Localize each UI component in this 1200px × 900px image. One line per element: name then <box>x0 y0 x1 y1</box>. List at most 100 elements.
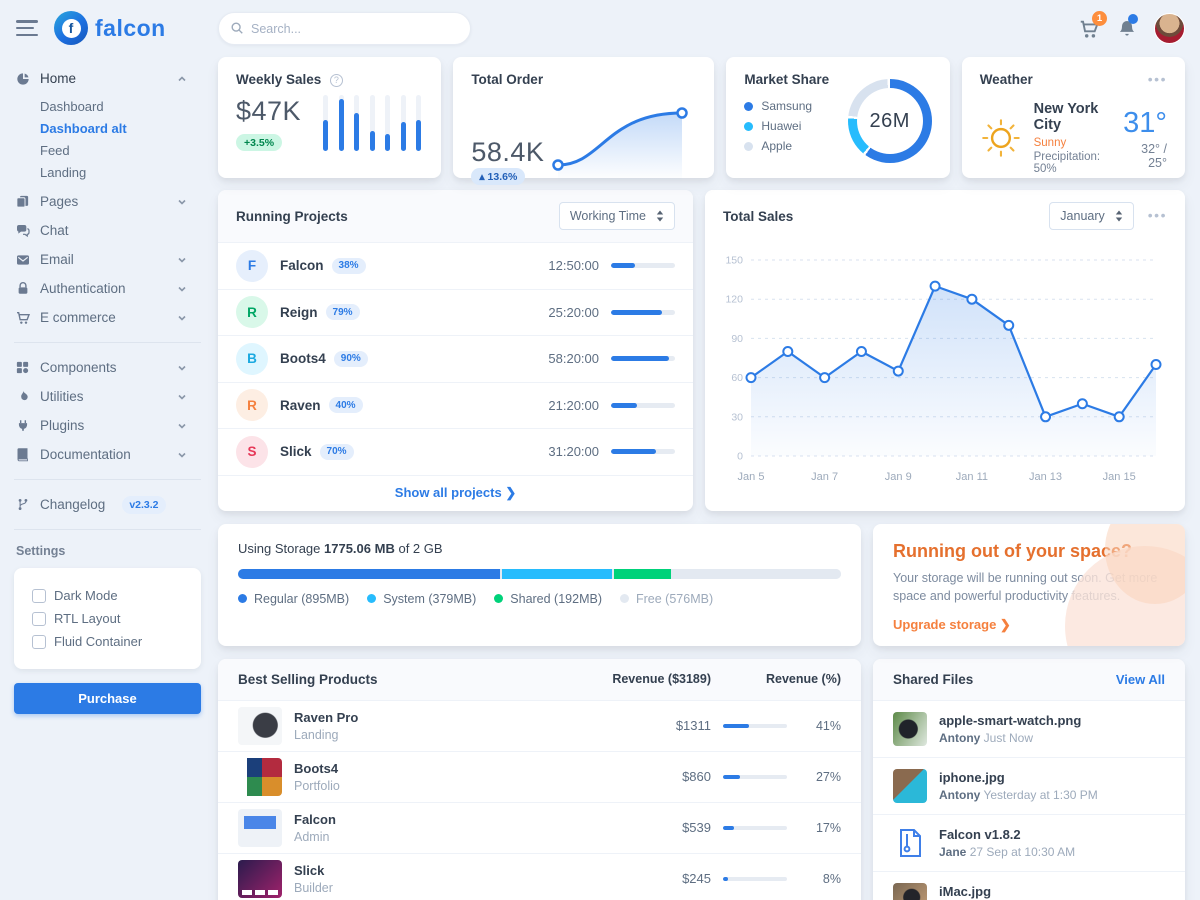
file-name: apple-smart-watch.png <box>939 713 1081 728</box>
topbar-actions: 1 <box>1078 13 1185 44</box>
shared-files-card: Shared Files View All apple-smart-watch.… <box>873 659 1185 900</box>
file-row[interactable]: Falcon v1.8.2 Jane 27 Sep at 10:30 AM <box>873 814 1185 871</box>
product-row: Falcon Admin $539 17% <box>218 802 861 853</box>
legend-dot <box>494 594 503 603</box>
sidebar-item-chat[interactable]: Chat <box>14 216 215 245</box>
middle-row: Running Projects Working Time F Falcon38… <box>218 190 1185 511</box>
total-sales-card: Total Sales January ••• <box>705 190 1185 511</box>
sidebar-item-components[interactable]: Components <box>14 353 215 382</box>
total-sales-title: Total Sales <box>723 209 793 224</box>
product-name[interactable]: Slick <box>294 863 333 878</box>
book-icon <box>14 447 31 462</box>
svg-text:Jan 7: Jan 7 <box>811 471 838 483</box>
product-revenue: $539 <box>606 820 711 835</box>
chevron-up-icon <box>177 74 187 84</box>
ellipsis-menu-icon[interactable]: ••• <box>1148 77 1167 83</box>
legend-dot <box>744 142 753 151</box>
product-thumbnail <box>238 707 282 745</box>
user-avatar[interactable] <box>1154 13 1185 44</box>
file-row[interactable]: apple-smart-watch.png Antony Just Now <box>873 700 1185 757</box>
legend-dot <box>744 122 753 131</box>
legend-item: Regular (895MB) <box>238 592 349 606</box>
legend-item: Samsung <box>744 96 829 116</box>
sidebar-item-home[interactable]: Home <box>14 64 215 93</box>
working-time-select[interactable]: Working Time <box>559 202 675 230</box>
product-progressbar <box>723 775 787 779</box>
project-progressbar <box>611 403 675 408</box>
sidebar-item-dashboard-alt[interactable]: Dashboard alt <box>40 117 215 139</box>
shared-files-title: Shared Files <box>893 672 973 687</box>
purchase-button[interactable]: Purchase <box>14 683 201 714</box>
svg-text:Jan 9: Jan 9 <box>885 471 912 483</box>
storage-bar <box>238 569 841 579</box>
stats-row: Weekly Sales ? $47K +3.5% Total Order 58… <box>218 57 1185 178</box>
chevron-down-icon <box>177 421 187 431</box>
file-row[interactable]: iphone.jpg Antony Yesterday at 1:30 PM <box>873 757 1185 814</box>
project-avatar: S <box>236 436 268 468</box>
total-order-card: Total Order 58.4K ▴ 13.6% <box>453 57 714 178</box>
rtl-layout-checkbox[interactable] <box>32 612 46 626</box>
weekly-sales-badge: +3.5% <box>236 134 282 151</box>
project-time: 12:50:00 <box>548 258 599 273</box>
dark-mode-checkbox[interactable] <box>32 589 46 603</box>
month-select[interactable]: January <box>1049 202 1133 230</box>
market-share-donut: 26M <box>848 79 932 163</box>
upgrade-storage-link[interactable]: Upgrade storage ❯ <box>893 617 1011 633</box>
project-progress-badge: 70% <box>320 444 354 460</box>
search-input[interactable] <box>218 12 471 45</box>
sidebar-item-utilities[interactable]: Utilities <box>14 382 215 411</box>
sidebar-item-ecommerce[interactable]: E commerce <box>14 303 215 332</box>
sidebar-item-landing[interactable]: Landing <box>40 161 215 183</box>
sidebar-item-feed[interactable]: Feed <box>40 139 215 161</box>
bottom-row: Best Selling Products Revenue ($3189) Re… <box>218 659 1185 900</box>
cart-count-badge: 1 <box>1092 11 1107 26</box>
fluid-container-checkbox[interactable] <box>32 635 46 649</box>
chevron-down-icon <box>177 392 187 402</box>
logo-text: falcon <box>95 15 166 42</box>
sidebar-item-pages[interactable]: Pages <box>14 187 215 216</box>
sidebar-item-changelog[interactable]: Changelog v2.3.2 <box>14 490 215 519</box>
svg-text:Jan 11: Jan 11 <box>956 471 988 483</box>
project-avatar: R <box>236 389 268 421</box>
product-progressbar <box>723 826 787 830</box>
show-all-projects-link[interactable]: Show all projects ❯ <box>395 485 516 500</box>
product-thumbnail <box>238 860 282 898</box>
settings-heading: Settings <box>16 544 215 558</box>
flame-icon <box>14 389 31 404</box>
falcon-logo[interactable]: f falcon <box>54 11 166 45</box>
project-progress-badge: 79% <box>326 304 360 320</box>
product-category: Portfolio <box>294 779 340 793</box>
sidebar-item-dashboard[interactable]: Dashboard <box>40 95 215 117</box>
sidebar-item-email[interactable]: Email <box>14 245 215 274</box>
product-row: Raven Pro Landing $1311 41% <box>218 700 861 751</box>
product-name[interactable]: Boots4 <box>294 761 340 776</box>
settings-card: Dark Mode RTL Layout Fluid Container <box>14 568 201 669</box>
envelope-icon <box>14 252 31 268</box>
weather-city: New York City <box>1034 101 1112 133</box>
ellipsis-menu-icon[interactable]: ••• <box>1148 213 1167 219</box>
notifications-button[interactable] <box>1117 18 1137 39</box>
chevron-down-icon <box>177 450 187 460</box>
market-share-title: Market Share <box>744 72 829 87</box>
sidebar-item-documentation[interactable]: Documentation <box>14 440 215 469</box>
legend-item: Shared (192MB) <box>494 592 602 606</box>
product-pct: 41% <box>799 719 841 733</box>
help-icon[interactable]: ? <box>330 74 343 87</box>
view-all-link[interactable]: View All <box>1116 672 1165 687</box>
main-content: 1 Weekly Sales ? $47K +3.5% <box>215 0 1200 900</box>
sidebar-item-plugins[interactable]: Plugins <box>14 411 215 440</box>
product-name[interactable]: Falcon <box>294 812 336 827</box>
product-category: Builder <box>294 881 333 895</box>
product-name[interactable]: Raven Pro <box>294 710 358 725</box>
svg-text:150: 150 <box>725 255 743 267</box>
sort-arrows-icon <box>1115 210 1123 222</box>
storage-legend: Regular (895MB) System (379MB) Shared (1… <box>238 592 841 606</box>
chat-icon <box>14 223 31 239</box>
sidebar-item-authentication[interactable]: Authentication <box>14 274 215 303</box>
banner-body: Your storage will be running out soon. G… <box>893 569 1183 605</box>
hamburger-menu-icon[interactable] <box>16 20 38 36</box>
product-row: Slick Builder $245 8% <box>218 853 861 900</box>
file-row[interactable]: iMac.jpg Rowen 23 Sep at 6:10 PM <box>873 871 1185 900</box>
cart-button[interactable]: 1 <box>1078 18 1100 40</box>
dark-mode-option: Dark Mode <box>28 584 187 607</box>
